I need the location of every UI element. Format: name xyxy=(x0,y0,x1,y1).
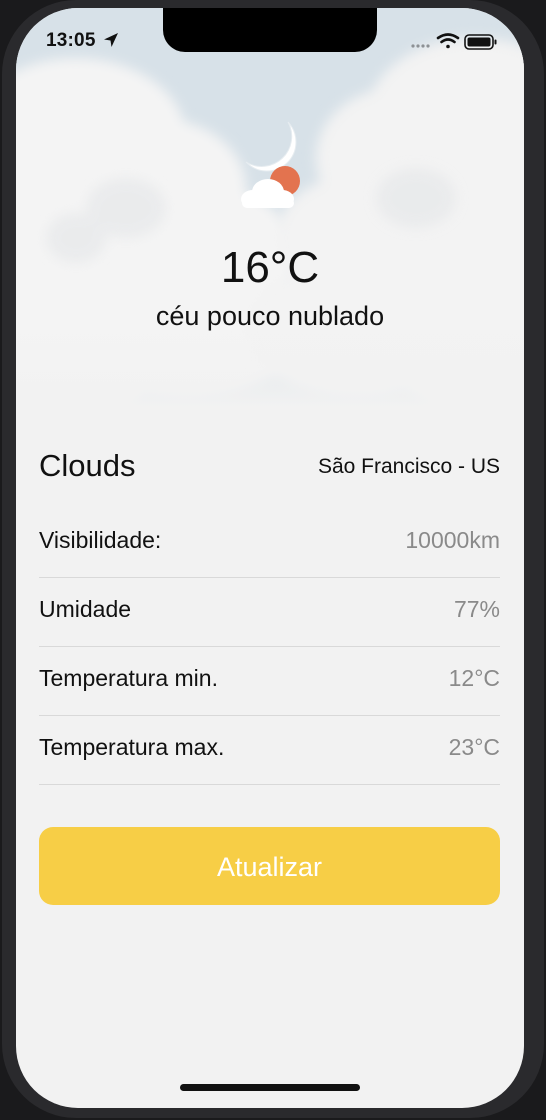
current-temperature: 16°C xyxy=(220,243,320,292)
detail-value: 10000km xyxy=(405,527,500,553)
device-frame: 13:05 16°C céu pouco nublado Clouds São … xyxy=(0,0,546,1120)
status-time: 13:05 xyxy=(46,30,96,51)
device-notch xyxy=(163,8,377,52)
home-indicator[interactable] xyxy=(180,1084,360,1091)
refresh-button[interactable]: Atualizar xyxy=(39,827,500,905)
detail-row-temp-min: Temperatura min. 12°C xyxy=(39,646,500,716)
detail-value: 77% xyxy=(453,596,500,622)
battery-icon xyxy=(464,34,497,50)
weather-main-label: Clouds xyxy=(39,448,136,483)
app-screen: 13:05 16°C céu pouco nublado Clouds São … xyxy=(16,8,524,1108)
detail-label: Umidade xyxy=(39,596,132,622)
location-arrow-icon xyxy=(104,33,118,47)
detail-label: Temperatura min. xyxy=(39,665,218,691)
wifi-icon xyxy=(436,33,460,49)
detail-row-humidity: Umidade 77% xyxy=(39,577,500,647)
detail-label: Visibilidade: xyxy=(39,527,162,553)
detail-label: Temperatura max. xyxy=(39,734,225,760)
weather-description: céu pouco nublado xyxy=(155,301,385,331)
status-icons xyxy=(411,33,497,50)
detail-value: 12°C xyxy=(448,665,500,691)
detail-row-temp-max: Temperatura max. 23°C xyxy=(39,715,500,785)
detail-row-visibility: Visibilidade: 10000km xyxy=(39,508,500,578)
location-label: São Francisco - US xyxy=(317,455,500,478)
cloud-moon-sun-icon xyxy=(241,121,300,208)
detail-value: 23°C xyxy=(448,734,500,760)
signal-dots-icon xyxy=(411,44,430,48)
